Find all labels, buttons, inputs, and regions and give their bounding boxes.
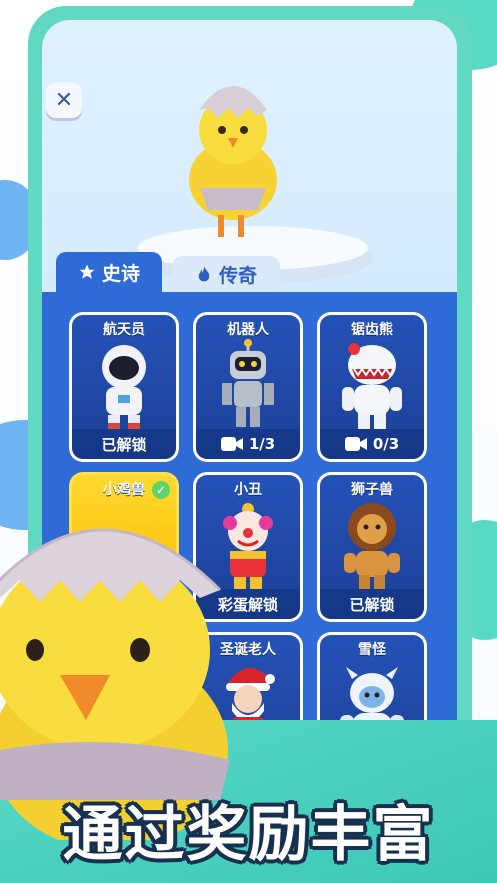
status-label: 已解锁 xyxy=(349,595,395,614)
character-name: 机器人 xyxy=(227,322,269,338)
selected-character-chick xyxy=(189,86,277,237)
unlock-status[interactable]: 1/3 xyxy=(196,429,300,459)
close-icon: ✕ xyxy=(54,87,74,113)
unlock-status: 已解锁 xyxy=(72,429,176,459)
promo-slogan: 通过奖励丰富 xyxy=(62,800,435,870)
character-card-lion[interactable]: 狮子兽 已解锁 xyxy=(317,472,427,622)
character-card-astronaut[interactable]: 航天员 已解锁 xyxy=(69,312,179,462)
astronaut-figure xyxy=(102,345,146,429)
status-label: 0/3 xyxy=(372,435,400,453)
unlock-status[interactable]: 0/3 xyxy=(320,429,424,459)
tab-epic-label: 史诗 xyxy=(101,262,140,285)
character-name: 雪怪 xyxy=(358,642,386,658)
close-button[interactable]: ✕ xyxy=(46,82,82,118)
character-name: 狮子兽 xyxy=(351,482,393,498)
tab-legendary-label: 传奇 xyxy=(218,264,257,287)
character-card-sawtooth-bear[interactable]: 锯齿熊 0/3 xyxy=(317,312,427,462)
unlock-status: 已解锁 xyxy=(320,589,424,619)
character-name: 锯齿熊 xyxy=(351,322,393,338)
tab-legendary[interactable]: 传奇 xyxy=(172,256,280,292)
flame-icon xyxy=(198,266,210,282)
tab-epic[interactable]: 史诗 xyxy=(56,252,162,292)
character-name: 航天员 xyxy=(103,322,145,338)
video-ad-icon xyxy=(344,437,367,451)
star-icon xyxy=(79,264,95,279)
character-card-robot[interactable]: 机器人 1/3 xyxy=(193,312,303,462)
bear-figure xyxy=(342,343,402,429)
status-label: 已解锁 xyxy=(101,435,147,454)
lion-figure xyxy=(344,503,400,589)
status-label: 1/3 xyxy=(248,435,276,453)
robot-figure xyxy=(222,339,274,427)
video-ad-icon xyxy=(220,437,243,451)
